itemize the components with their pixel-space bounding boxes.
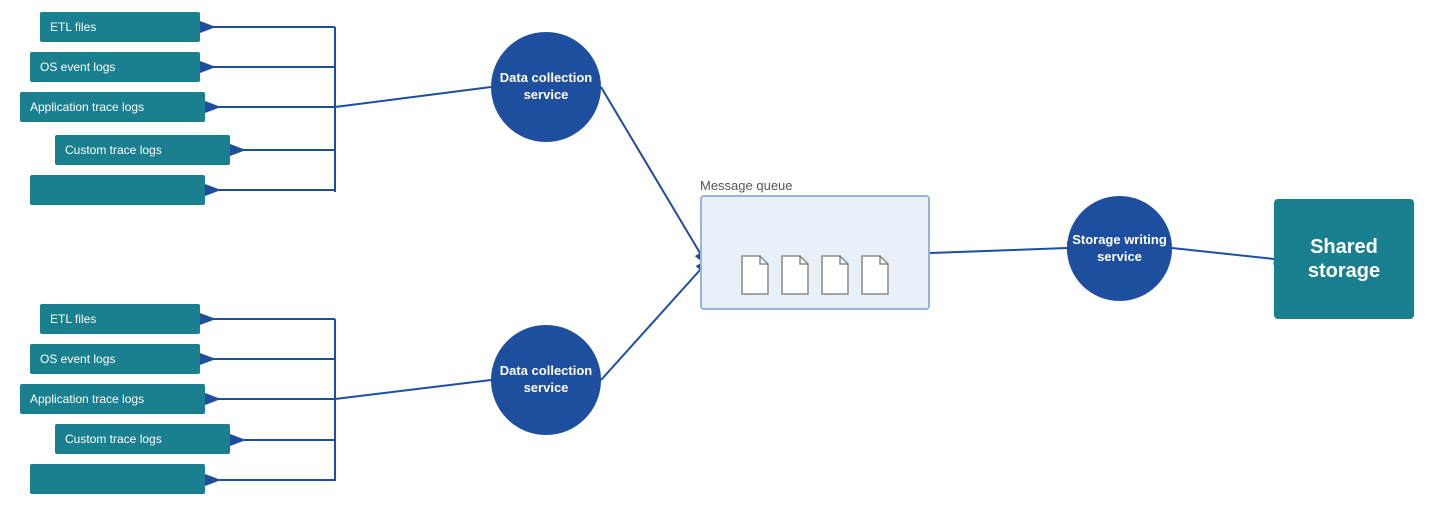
- message-queue-label: Message queue: [700, 178, 793, 193]
- os-event-logs-top: OS event logs: [30, 52, 200, 82]
- etl-files-bot: ETL files: [40, 304, 200, 334]
- queue-documents: [738, 254, 892, 296]
- custom-trace-logs-top: Custom trace logs: [55, 135, 230, 165]
- queue-doc-4: [858, 254, 892, 296]
- architecture-diagram: ETL files OS event logs Application trac…: [0, 0, 1435, 516]
- os-event-logs-bot: OS event logs: [30, 344, 200, 374]
- extra-box-top: [30, 175, 205, 205]
- queue-doc-1: [738, 254, 772, 296]
- queue-doc-2: [778, 254, 812, 296]
- data-collection-service-top: Data collection service: [491, 32, 601, 142]
- queue-doc-3: [818, 254, 852, 296]
- etl-files-top: ETL files: [40, 12, 200, 42]
- data-collection-service-bot: Data collection service: [491, 325, 601, 435]
- extra-box-bot: [30, 464, 205, 494]
- shared-storage-box: Shared storage: [1274, 199, 1414, 319]
- app-trace-logs-top: Application trace logs: [20, 92, 205, 122]
- storage-writing-service: Storage writing service: [1067, 196, 1172, 301]
- app-trace-logs-bot: Application trace logs: [20, 384, 205, 414]
- message-queue-box: [700, 195, 930, 310]
- custom-trace-logs-bot: Custom trace logs: [55, 424, 230, 454]
